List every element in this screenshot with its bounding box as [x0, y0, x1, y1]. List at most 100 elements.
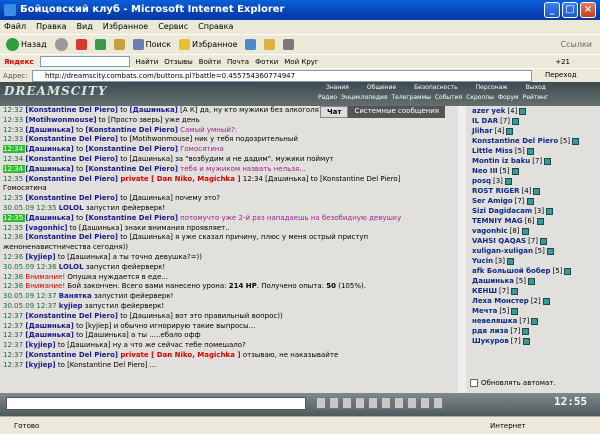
nav-knowledge[interactable]: Знания — [318, 84, 357, 91]
search-button[interactable]: Поиск — [131, 36, 173, 53]
minimize-button[interactable]: _ — [544, 2, 560, 18]
user-list-item[interactable]: Yucin [3] — [472, 256, 600, 266]
yandex-search-input[interactable] — [39, 56, 130, 67]
chat-message-input[interactable] — [6, 397, 306, 410]
tool-settings-button[interactable] — [407, 397, 417, 409]
chat-nick[interactable]: [Konstantine Del Piero] — [25, 233, 118, 241]
user-list-item[interactable]: Little Miss [5] — [472, 146, 600, 156]
user-info-icon[interactable] — [564, 267, 572, 275]
user-nick[interactable]: Дашинька — [472, 276, 514, 286]
user-list-item[interactable]: TEMNIY MAG [6] — [472, 216, 600, 226]
user-nick[interactable]: ROST RIGER — [472, 186, 520, 196]
nav-rating[interactable]: Рейтинг — [523, 94, 549, 101]
forward-button[interactable] — [53, 36, 70, 53]
user-nick[interactable]: azer yek — [472, 106, 505, 116]
auto-update-checkbox[interactable] — [470, 379, 478, 387]
user-list-item[interactable]: azer yek [4] — [472, 106, 600, 116]
user-nick[interactable]: Леха Монстер — [472, 296, 529, 306]
links-label[interactable]: Ссылки — [559, 36, 594, 53]
user-info-icon[interactable] — [546, 247, 554, 255]
nav-encyclopedia[interactable]: Энциклопедия — [341, 94, 388, 101]
user-list-item[interactable]: рдв лиза [7] — [472, 326, 600, 336]
nav-communication[interactable]: Общение — [359, 84, 404, 91]
chat-nick[interactable]: [Motihwonmouse] — [25, 116, 96, 124]
user-info-icon[interactable] — [533, 187, 541, 195]
tool-sound-button[interactable] — [381, 397, 391, 409]
user-info-icon[interactable] — [506, 127, 514, 135]
chat-nick[interactable]: [Дашинька] — [25, 322, 73, 330]
user-info-icon[interactable] — [526, 197, 534, 205]
user-nick[interactable]: Montin iz baku — [472, 156, 530, 166]
yandex-login-button[interactable]: Войти — [199, 58, 221, 66]
user-nick[interactable]: posq — [472, 176, 491, 186]
chat-nick[interactable]: Ванятка — [59, 292, 92, 300]
back-button[interactable]: Назад — [4, 36, 49, 53]
menu-file[interactable]: Файл — [4, 20, 26, 34]
user-nick[interactable]: Konstantine Del Piero — [472, 136, 558, 146]
tool-extra-button[interactable] — [433, 397, 443, 409]
user-nick[interactable]: невеляшка — [472, 316, 517, 326]
refresh-button[interactable] — [93, 36, 108, 53]
user-info-icon[interactable] — [531, 317, 539, 325]
user-list-item[interactable]: ROST RIGER [4] — [472, 186, 600, 196]
chat-nick[interactable]: [Дашинька] — [25, 165, 73, 173]
user-info-icon[interactable] — [504, 177, 512, 185]
chat-nick[interactable]: [Konstantine Del Piero] — [85, 126, 178, 134]
user-info-icon[interactable] — [511, 167, 519, 175]
auto-update-toggle[interactable]: Обновлять автомат. — [470, 378, 556, 388]
menu-help[interactable]: Справка — [198, 20, 233, 34]
user-info-icon[interactable] — [522, 327, 530, 335]
chat-nick[interactable]: [kyjiep] — [25, 341, 55, 349]
nav-telegrams[interactable]: Телеграммы — [392, 94, 431, 101]
user-info-icon[interactable] — [540, 237, 548, 245]
address-input[interactable]: http://dreamscity.combats.com/buttons.pl… — [32, 70, 532, 82]
chat-nick[interactable]: LOLOL — [59, 204, 84, 212]
user-list-item[interactable]: Леха Монстер [2] — [472, 296, 600, 306]
user-info-icon[interactable] — [536, 217, 544, 225]
yandex-find-button[interactable]: Найти — [136, 58, 159, 66]
go-button[interactable]: Переход — [545, 71, 577, 79]
nav-scrolls[interactable]: Скроллы — [466, 94, 494, 101]
user-info-icon[interactable] — [512, 117, 520, 125]
user-list-item[interactable]: КЕНШ [7] — [472, 286, 600, 296]
chat-scrollbar[interactable] — [458, 106, 466, 393]
yandex-reviews-button[interactable]: Отзывы — [164, 58, 193, 66]
user-list-item[interactable]: Jlihar [4] — [472, 126, 600, 136]
user-nick[interactable]: Neo III — [472, 166, 498, 176]
yandex-mail-button[interactable]: Почта — [227, 58, 249, 66]
home-button[interactable] — [112, 36, 127, 53]
chat-nick[interactable]: [Konstantine Del Piero] — [25, 135, 118, 143]
user-list-item[interactable]: Montin iz baku [7] — [472, 156, 600, 166]
user-nick[interactable]: КЕНШ — [472, 286, 497, 296]
tab-system-messages[interactable]: Системные сообщения — [348, 106, 445, 118]
user-info-icon[interactable] — [519, 107, 527, 115]
nav-security[interactable]: Безопасность — [406, 84, 466, 91]
user-nick[interactable]: Jlihar — [472, 126, 493, 136]
close-button[interactable]: × — [580, 2, 596, 18]
user-nick[interactable]: VAHSI QAQAS — [472, 236, 526, 246]
chat-nick[interactable]: kyjiep — [59, 302, 83, 310]
user-list-item[interactable]: Шукуров [7] — [472, 336, 600, 346]
menu-favorites[interactable]: Избранное — [103, 20, 148, 34]
tool-help-button[interactable] — [420, 397, 430, 409]
tool-clear-button[interactable] — [329, 397, 339, 409]
user-info-icon[interactable] — [526, 147, 534, 155]
chat-nick[interactable]: [Konstantine Del Piero] — [85, 214, 178, 222]
user-list-item[interactable]: невеляшка [7] — [472, 316, 600, 326]
menu-tools[interactable]: Сервис — [158, 20, 188, 34]
user-list-item[interactable]: Ser Amigo [7] — [472, 196, 600, 206]
chat-nick[interactable]: [Konstantine Del Piero] — [25, 312, 118, 320]
user-list-item[interactable]: Neo III [5] — [472, 166, 600, 176]
weather-widget[interactable]: +21 — [555, 58, 570, 66]
tool-private-button[interactable] — [355, 397, 365, 409]
user-info-icon[interactable] — [510, 287, 518, 295]
user-nick[interactable]: Мечта — [472, 306, 497, 316]
chat-nick[interactable]: LOLOL — [59, 263, 84, 271]
menu-view[interactable]: Вид — [77, 20, 93, 34]
user-info-icon[interactable] — [522, 337, 530, 345]
user-nick[interactable]: IL DAR — [472, 116, 498, 126]
user-nick[interactable]: Yucin — [472, 256, 493, 266]
chat-nick[interactable]: [kyjiep] — [25, 253, 55, 261]
user-nick[interactable]: Ser Amigo — [472, 196, 513, 206]
user-list-item[interactable]: afk Большой бобер [5] — [472, 266, 600, 276]
